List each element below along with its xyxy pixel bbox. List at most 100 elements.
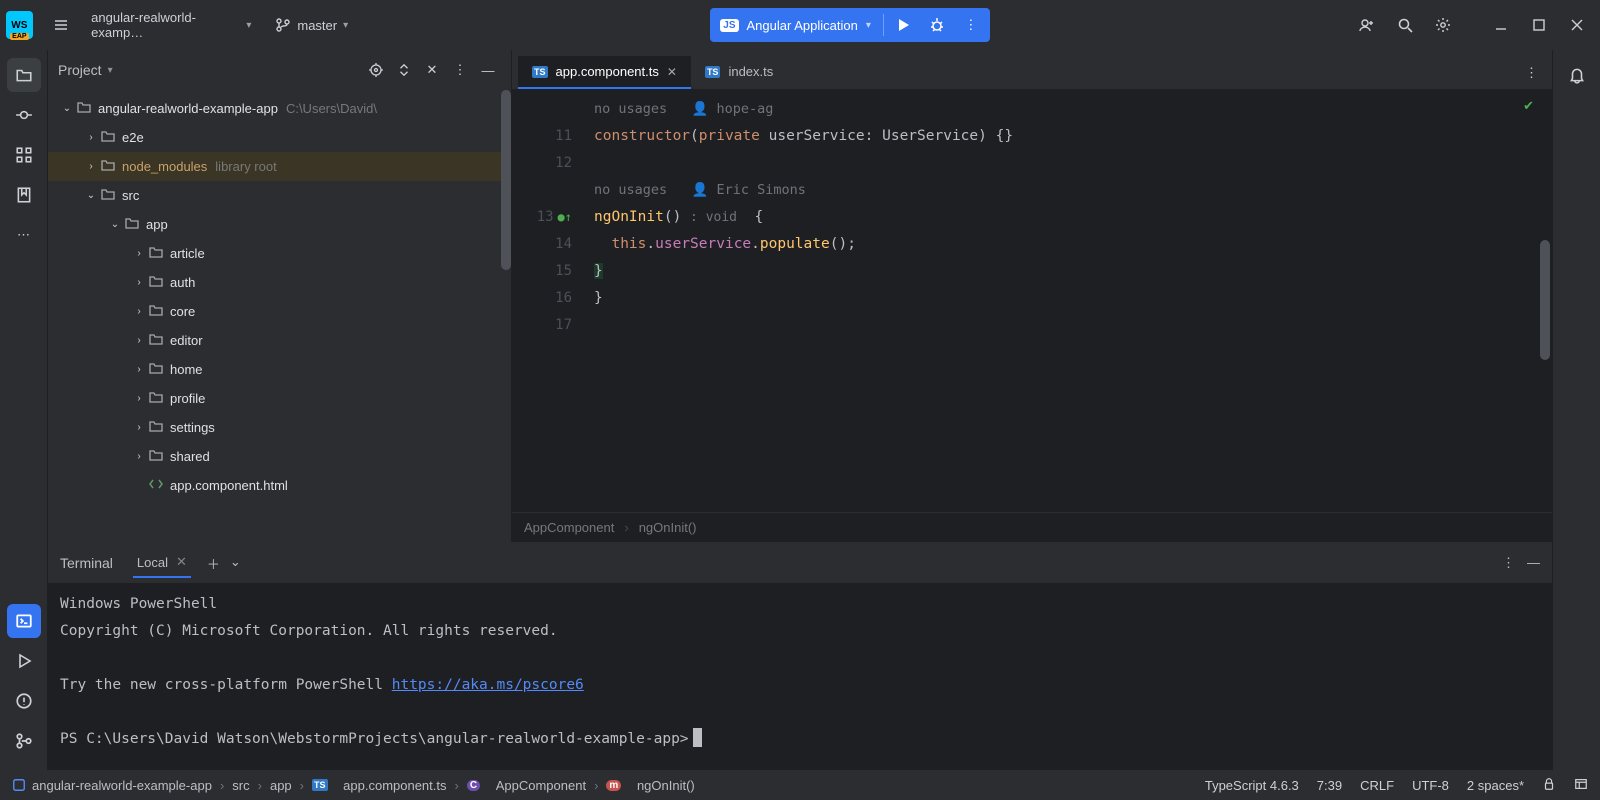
status-indent[interactable]: 2 spaces* [1467, 778, 1524, 793]
tree-row[interactable]: ›auth [48, 268, 511, 297]
twisty-icon: ⌄ [106, 219, 124, 230]
minimize-window-icon[interactable] [1484, 8, 1518, 42]
more-run-options-icon[interactable]: ⋮ [954, 10, 988, 40]
debug-button[interactable] [920, 10, 954, 40]
status-readonly-icon[interactable] [1542, 777, 1556, 794]
nav-crumb[interactable]: angular-realworld-example-app [12, 778, 212, 793]
folder-icon [148, 447, 164, 466]
tree-root-path: C:\Users\David\ [286, 101, 377, 116]
nav-crumb[interactable]: m ngOnInit() [606, 778, 694, 793]
folder-icon [148, 360, 164, 379]
status-line-ending[interactable]: CRLF [1360, 778, 1394, 793]
panel-options-icon[interactable]: ⋮ [447, 57, 473, 83]
notifications-icon[interactable] [1560, 58, 1594, 92]
hamburger-menu-icon[interactable] [45, 8, 77, 42]
close-terminal-tab-icon[interactable]: ✕ [176, 554, 187, 570]
chevron-down-icon[interactable]: ▾ [108, 65, 113, 76]
tree-root-name: angular-realworld-example-app [98, 101, 278, 116]
tree-row[interactable]: app.component.html [48, 471, 511, 500]
nav-crumb[interactable]: app [270, 778, 292, 793]
editor-tab[interactable]: TS index.ts [691, 56, 787, 89]
editor-scrollbar[interactable] [1540, 240, 1550, 360]
editor-breadcrumb: AppComponent › ngOnInit() [512, 512, 1552, 542]
nav-crumb[interactable]: TS app.component.ts [312, 778, 447, 793]
close-tab-icon[interactable]: ✕ [667, 65, 677, 79]
tree-row[interactable]: ⌄ src [48, 181, 511, 210]
branch-selector[interactable]: master ▾ [265, 13, 358, 37]
status-tool-windows-icon[interactable] [1574, 777, 1588, 794]
tree-row[interactable]: ›e2e [48, 123, 511, 152]
tree-row[interactable]: ›settings [48, 413, 511, 442]
terminal-link[interactable]: https://aka.ms/pscore6 [392, 677, 584, 693]
tree-node-label: src [122, 188, 139, 203]
search-icon[interactable] [1388, 8, 1422, 42]
project-tool-button[interactable] [7, 58, 41, 92]
settings-gear-icon[interactable] [1426, 8, 1460, 42]
tree-row[interactable]: › profile [48, 384, 511, 413]
commit-tool-button[interactable] [7, 98, 41, 132]
inspection-ok-icon[interactable]: ✔ [1523, 98, 1534, 114]
tree-row[interactable]: ›shared [48, 442, 511, 471]
usages-hint[interactable]: no usages [594, 101, 667, 117]
author-hint[interactable]: Eric Simons [716, 182, 805, 198]
terminal-header: Terminal Local ✕ ＋ ⌄ ⋮ — [48, 543, 1552, 583]
project-tool-header: Project ▾ ✕ ⋮ — [48, 50, 511, 90]
structure-tool-button[interactable] [7, 138, 41, 172]
twisty-icon [130, 480, 148, 491]
editor-body[interactable]: ✔ 11 12 13●↑ 14 15 16 17 no usages 👤 hop [512, 90, 1552, 512]
folder-icon [100, 128, 116, 147]
tree-row[interactable]: ›home [48, 355, 511, 384]
terminal-dropdown-icon[interactable]: ⌄ [230, 554, 241, 573]
code-area[interactable]: no usages 👤 hope-ag constructor(private … [586, 90, 1552, 512]
tree-row[interactable]: ›node_moduleslibrary root [48, 152, 511, 181]
tree-root[interactable]: ⌄ angular-realworld-example-app C:\Users… [48, 94, 511, 123]
new-terminal-icon[interactable]: ＋ [207, 554, 220, 573]
tree-row[interactable]: ›article [48, 239, 511, 268]
terminal-tab[interactable]: Local ✕ [133, 548, 191, 578]
locate-file-icon[interactable] [363, 57, 389, 83]
nav-crumb[interactable]: C AppComponent [467, 778, 586, 793]
tab-options-icon[interactable]: ⋮ [1511, 57, 1552, 89]
run-tool-button[interactable] [7, 644, 41, 678]
problems-tool-button[interactable] [7, 684, 41, 718]
left-tool-strip: ⋯ [0, 50, 48, 770]
run-configuration[interactable]: JS Angular Application ▾ ⋮ [710, 8, 990, 42]
tree-scrollbar[interactable] [501, 90, 511, 270]
breadcrumb-item[interactable]: ngOnInit() [639, 520, 697, 535]
close-panel-icon[interactable]: ✕ [419, 57, 445, 83]
hide-terminal-icon[interactable]: — [1527, 555, 1540, 571]
terminal-body[interactable]: Windows PowerShell Copyright (C) Microso… [48, 583, 1552, 770]
more-tools-icon[interactable]: ⋯ [7, 218, 41, 252]
ts-file-icon: TS [532, 66, 548, 78]
tree-row[interactable]: ›editor [48, 326, 511, 355]
vcs-tool-button[interactable] [7, 724, 41, 758]
status-caret-pos[interactable]: 7:39 [1317, 778, 1342, 793]
tree-node-label: app [146, 217, 168, 232]
twisty-icon: › [130, 364, 148, 375]
terminal-options-icon[interactable]: ⋮ [1502, 555, 1515, 571]
tree-node-label: profile [170, 391, 205, 406]
twisty-icon: ⌄ [82, 190, 100, 201]
status-typescript[interactable]: TypeScript 4.6.3 [1205, 778, 1299, 793]
usages-hint[interactable]: no usages [594, 182, 667, 198]
twisty-icon: › [82, 132, 100, 143]
close-window-icon[interactable] [1560, 8, 1594, 42]
status-encoding[interactable]: UTF-8 [1412, 778, 1449, 793]
code-with-me-icon[interactable] [1350, 8, 1384, 42]
hide-panel-icon[interactable]: — [475, 57, 501, 83]
nav-crumb[interactable]: src [232, 778, 249, 793]
tree-row[interactable]: ⌄ app [48, 210, 511, 239]
folder-icon [124, 215, 140, 234]
bookmarks-tool-button[interactable] [7, 178, 41, 212]
override-icon[interactable]: ●↑ [558, 210, 572, 224]
tree-row[interactable]: ›core [48, 297, 511, 326]
expand-all-icon[interactable] [391, 57, 417, 83]
breadcrumb-item[interactable]: AppComponent [524, 520, 614, 535]
maximize-window-icon[interactable] [1522, 8, 1556, 42]
project-selector[interactable]: angular-realworld-examp… ▾ [81, 6, 261, 44]
twisty-icon: › [130, 393, 148, 404]
run-button[interactable] [886, 10, 920, 40]
terminal-tool-button[interactable] [7, 604, 41, 638]
author-hint[interactable]: hope-ag [716, 101, 773, 117]
editor-tab-active[interactable]: TS app.component.ts ✕ [518, 56, 691, 89]
